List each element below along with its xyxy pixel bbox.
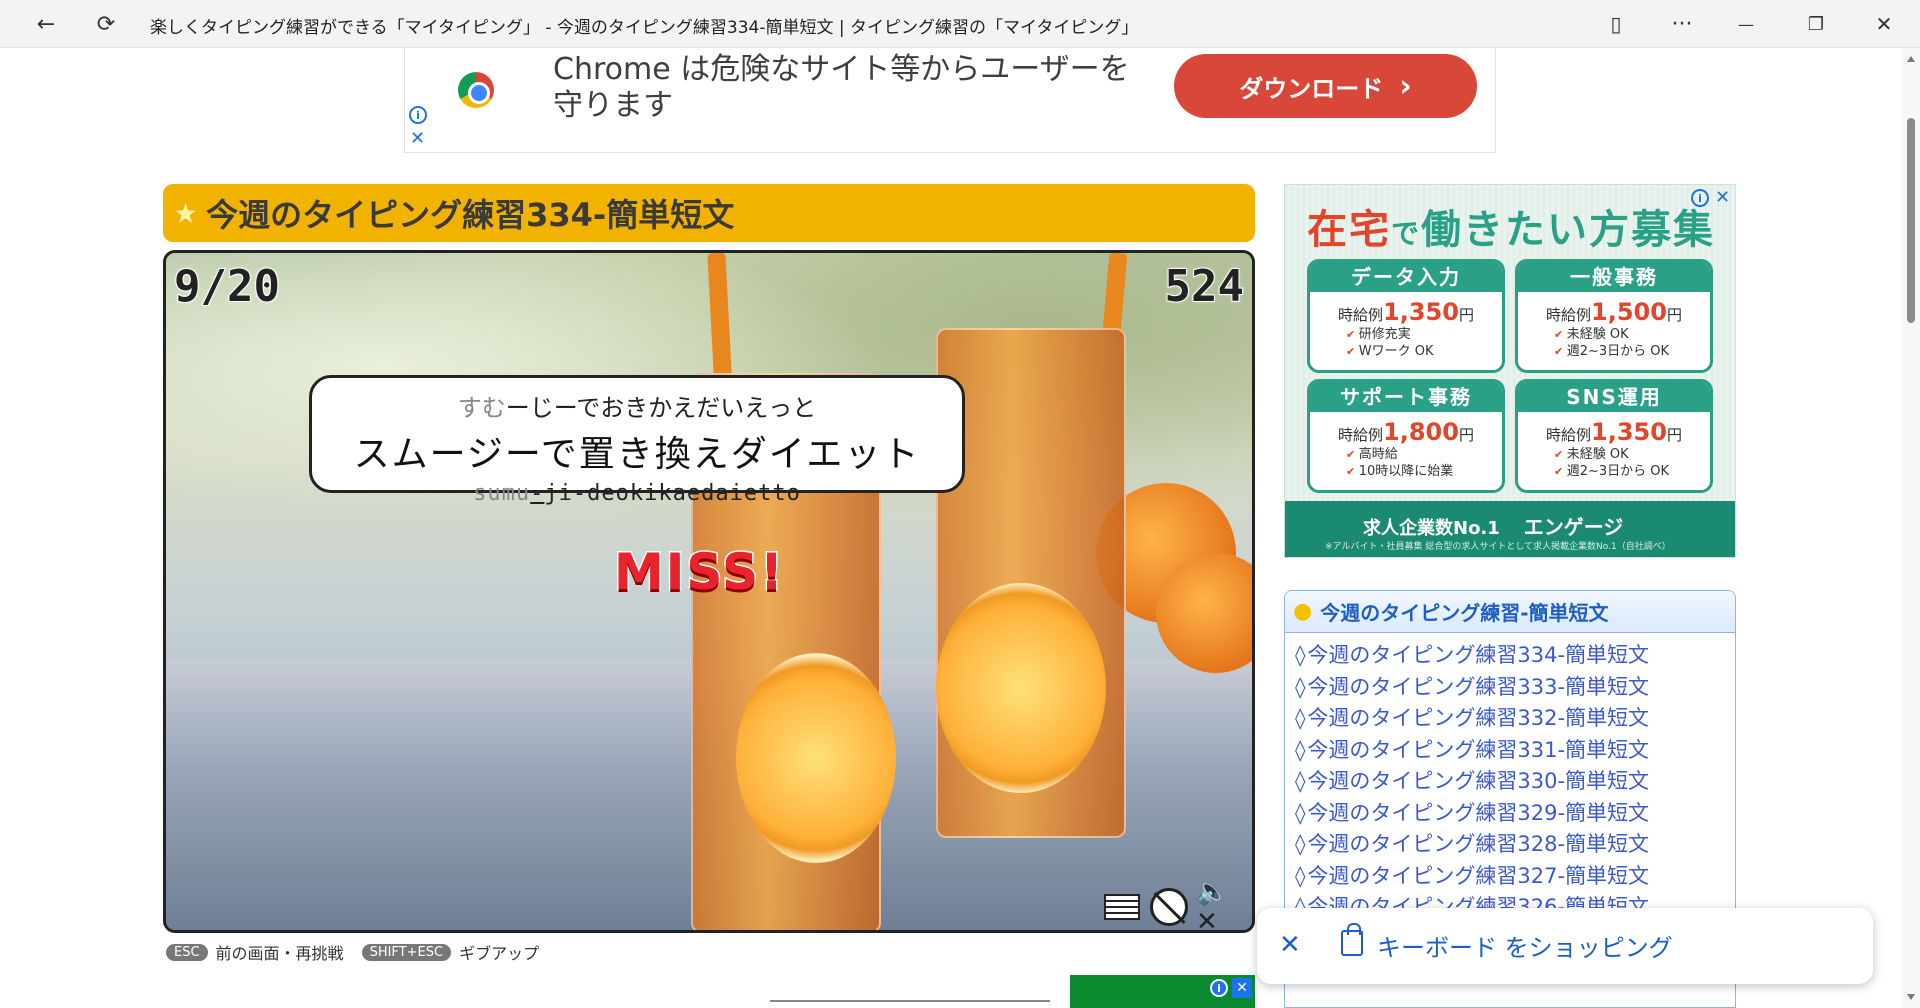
top-advertisement[interactable]: Chrome は危険なサイト等からユーザーを守ります ダウンロード › i ✕ [404, 48, 1496, 153]
ad-info-icon[interactable]: i [409, 106, 427, 124]
score-counter: 524 [1164, 260, 1245, 313]
orange-slice-image [736, 653, 896, 863]
esc-hint-label: 前の画面・再挑戦 [215, 944, 344, 963]
practice-list-item[interactable]: 今週のタイピング練習333-簡単短文 [1295, 671, 1735, 703]
word-display: すむーじーでおきかえだいえっと スムージーで置き換えダイエット sumu-ji-… [309, 375, 965, 506]
job-card-title: データ入力 [1310, 262, 1502, 292]
scroll-up-icon[interactable] [1907, 56, 1915, 62]
miss-indicator: MISS! [613, 542, 785, 603]
progress-counter: 9/20 [173, 260, 281, 313]
job-card-title: SNS運用 [1518, 382, 1710, 412]
esc-key-badge: ESC [166, 943, 208, 961]
kana-remaining: ーじーでおきかえだいえっと [505, 394, 817, 422]
download-button[interactable]: ダウンロード › [1174, 54, 1477, 118]
ad-text: Chrome は危険なサイト等からユーザーを守ります [553, 52, 1130, 123]
ad-headline-tail: 働きたい方募集 [1421, 207, 1716, 253]
menu-list-icon[interactable] [1102, 888, 1142, 926]
romaji-remaining: ji-deokikaedaietto [544, 481, 801, 506]
ad-close-icon[interactable]: ✕ [1715, 187, 1730, 208]
ad-headline: 在宅で働きたい方募集 [1307, 197, 1715, 255]
ad-graphic [770, 1000, 1050, 1008]
restore-icon[interactable]: ❐ [1798, 6, 1834, 42]
ad-footer-note: ※アルバイト・社員募集 総合型の求人サイトとして求人掲載企業数No.1（自社調べ… [1325, 542, 1671, 552]
vertical-scrollbar[interactable] [1902, 48, 1920, 1008]
practice-list-item[interactable]: 今週のタイピング練習332-簡単短文 [1295, 702, 1735, 734]
kanji-line: スムージーで置き換えダイエット [353, 434, 921, 475]
ad-footer: 求人企業数No.1 エンゲージ ※アルバイト・社員募集 総合型の求人サイトとして求… [1285, 501, 1735, 557]
chevron-right-icon: › [1399, 68, 1412, 104]
practice-list-item[interactable]: 今週のタイピング練習328-簡単短文 [1295, 828, 1735, 860]
job-card-wage: 時給例1,350円 [1338, 298, 1474, 326]
page-tab-title: 楽しくタイピング練習ができる「マイタイピング」 - 今週のタイピング練習334-… [150, 18, 1139, 38]
job-card[interactable]: サポート事務 時給例1,800円 高時給 10時以降に始業 [1307, 379, 1505, 493]
kana-line: すむーじーでおきかえだいえっと [312, 388, 962, 423]
bottom-advertisement[interactable]: i ✕ [170, 975, 1255, 1008]
practice-list-item[interactable]: 今週のタイピング練習334-簡単短文 [1295, 639, 1735, 671]
job-card-feature: 研修充実 [1310, 326, 1502, 343]
job-card[interactable]: データ入力 時給例1,350円 研修充実 Wワーク OK [1307, 259, 1505, 373]
shift-esc-hint-label: ギブアップ [459, 944, 540, 963]
practice-list-item[interactable]: 今週のタイピング練習330-簡単短文 [1295, 765, 1735, 797]
image-off-icon[interactable] [1148, 888, 1190, 926]
page-title-bar: ★ 今週のタイピング練習334-簡単短文 [163, 184, 1255, 242]
popup-close-icon[interactable]: ✕ [1279, 930, 1301, 960]
job-card-feature: 未経験 OK [1518, 446, 1710, 463]
shopping-bag-icon [1341, 923, 1363, 956]
job-card-title: 一般事務 [1518, 262, 1710, 292]
job-card[interactable]: 一般事務 時給例1,500円 未経験 OK 週2~3日から OK [1515, 259, 1713, 373]
download-button-label: ダウンロード [1239, 74, 1384, 103]
side-advertisement[interactable]: 在宅で働きたい方募集 i ✕ データ入力 時給例1,350円 研修充実 Wワーク… [1284, 184, 1736, 558]
shift-esc-key-badge: SHIFT+ESC [361, 943, 452, 961]
typing-game-area[interactable]: 9/20 524 すむーじーでおきかえだいえっと スムージーで置き換えダイエット… [163, 250, 1255, 933]
sound-mute-icon[interactable]: 🔈✕ [1196, 877, 1242, 930]
ad-headline-main: 在宅 [1307, 207, 1391, 253]
orange-slice-image [936, 583, 1106, 793]
romaji-typed: sumu [473, 481, 531, 506]
job-card-feature: 未経験 OK [1518, 326, 1710, 343]
chick-icon: ● [1293, 599, 1313, 624]
page-title: 今週のタイピング練習334-簡単短文 [206, 196, 735, 234]
ad-footer-main: 求人企業数No.1 [1363, 518, 1500, 539]
chrome-logo-icon [458, 72, 494, 108]
ad-info-icon[interactable]: i [1691, 189, 1709, 207]
job-card-feature: 10時以降に始業 [1310, 463, 1502, 480]
ad-headline-particle: で [1391, 217, 1422, 250]
kana-typed: すむ [457, 394, 506, 422]
job-card-feature: Wワーク OK [1310, 343, 1502, 360]
scroll-down-icon[interactable] [1907, 994, 1915, 1000]
minimize-icon[interactable]: — [1728, 6, 1764, 42]
job-card-title: サポート事務 [1310, 382, 1502, 412]
job-card-feature: 週2~3日から OK [1518, 463, 1710, 480]
shopping-popup-label[interactable]: キーボード をショッピング [1377, 928, 1673, 963]
star-icon: ★ [173, 196, 199, 230]
keyboard-hints: ESC 前の画面・再挑戦 SHIFT+ESC ギブアップ [166, 940, 539, 964]
reader-icon[interactable]: ▯ [1598, 6, 1634, 42]
practice-list-header: ● 今週のタイピング練習-簡単短文 [1285, 591, 1735, 633]
job-card-feature: 週2~3日から OK [1518, 343, 1710, 360]
refresh-icon[interactable]: ⟳ [88, 6, 124, 42]
ad-close-icon[interactable]: ✕ [410, 128, 425, 149]
job-card-wage: 時給例1,350円 [1546, 418, 1682, 446]
ad-graphic: i ✕ [1070, 975, 1255, 1008]
practice-list-item[interactable]: 今週のタイピング練習329-簡単短文 [1295, 797, 1735, 829]
romaji-line: sumu-ji-deokikaedaietto [312, 481, 962, 506]
job-card-feature: 高時給 [1310, 446, 1502, 463]
practice-list-item[interactable]: 今週のタイピング練習327-簡単短文 [1295, 860, 1735, 892]
practice-list-item[interactable]: 今週のタイピング練習331-簡単短文 [1295, 734, 1735, 766]
job-card-wage: 時給例1,500円 [1546, 298, 1682, 326]
back-icon[interactable]: ← [28, 6, 64, 42]
more-icon[interactable]: ··· [1664, 6, 1700, 42]
shopping-popup[interactable]: ✕ キーボード をショッピング [1257, 908, 1873, 984]
job-card-wage: 時給例1,800円 [1338, 418, 1474, 446]
romaji-current: - [530, 481, 545, 506]
ad-close-icon[interactable]: ✕ [1232, 978, 1252, 998]
job-card[interactable]: SNS運用 時給例1,350円 未経験 OK 週2~3日から OK [1515, 379, 1713, 493]
close-icon[interactable]: ✕ [1866, 6, 1902, 42]
ad-info-icon[interactable]: i [1210, 979, 1228, 997]
ad-brand: エンゲージ [1523, 515, 1624, 539]
scrollbar-thumb[interactable] [1907, 118, 1915, 323]
browser-toolbar: ← ⟳ 楽しくタイピング練習ができる「マイタイピング」 - 今週のタイピング練習… [0, 0, 1920, 48]
practice-list-title: 今週のタイピング練習-簡単短文 [1320, 601, 1609, 625]
